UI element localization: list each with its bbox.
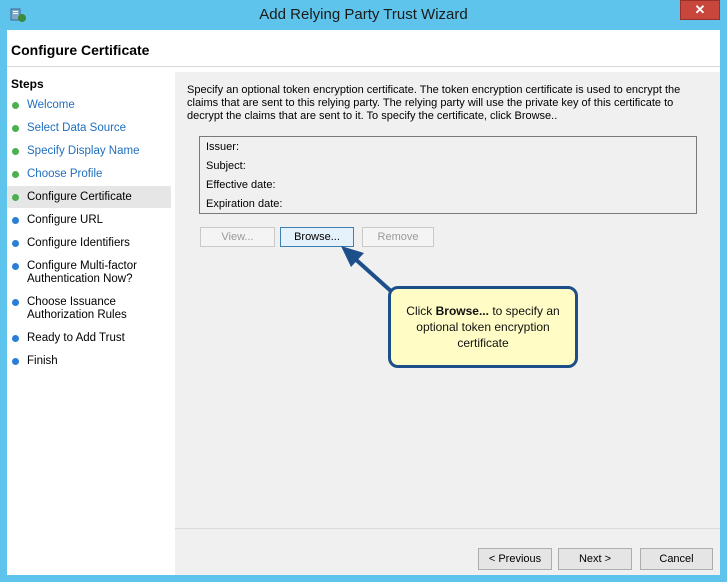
callout-arrow-icon [341, 246, 394, 294]
instruction-callout: Click Browse... to specify an optional t… [388, 286, 578, 368]
wizard-window: Add Relying Party Trust Wizard ✕ Configu… [0, 0, 727, 582]
callout-prefix: Click [406, 304, 436, 318]
callout-bold-text: Browse... [435, 304, 489, 318]
callout-text: Click Browse... to specify an optional t… [391, 303, 575, 351]
